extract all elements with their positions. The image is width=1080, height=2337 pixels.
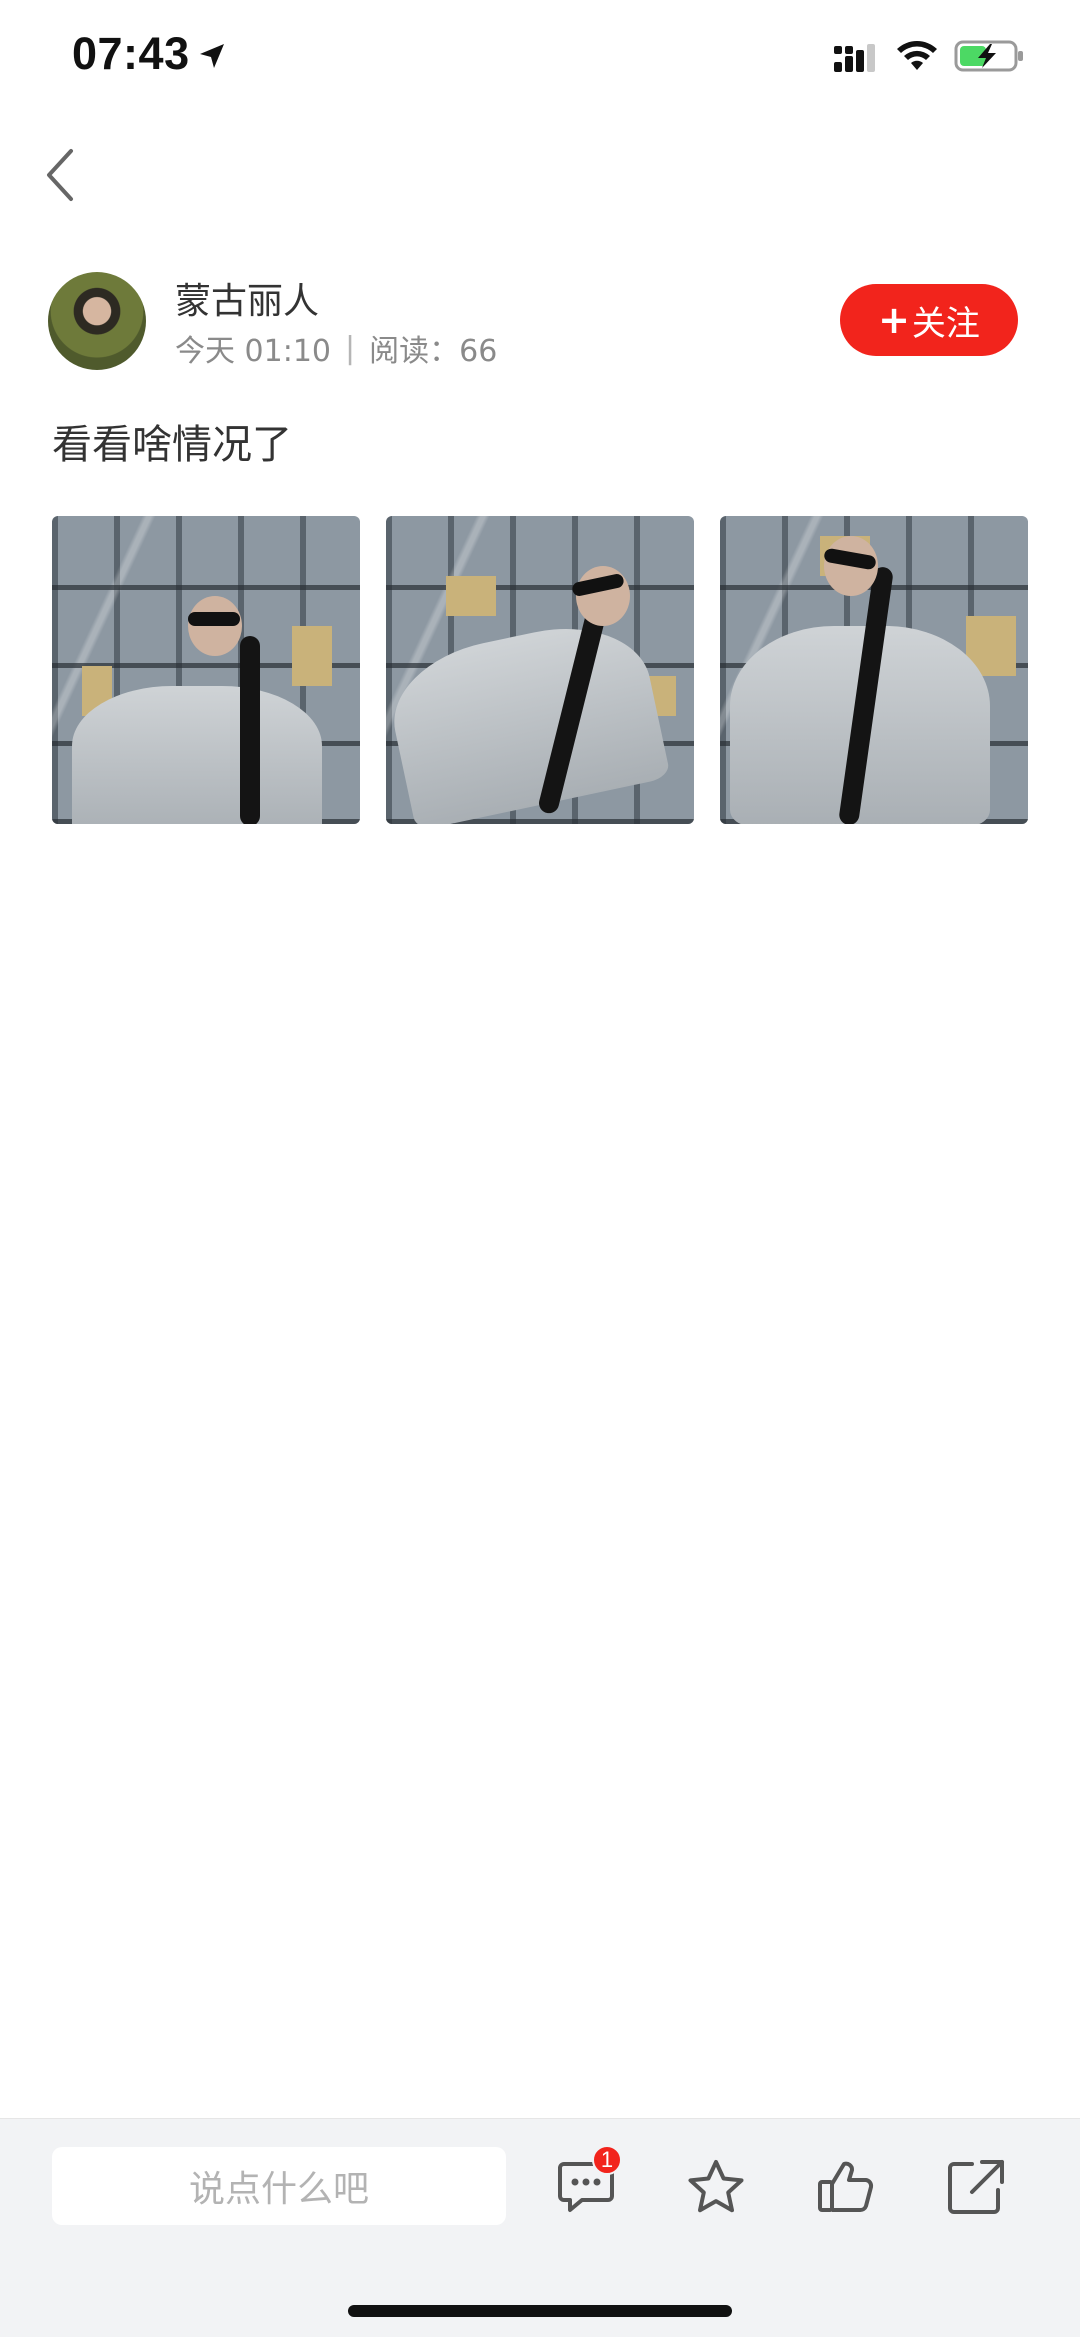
like-button[interactable] bbox=[814, 2155, 878, 2219]
follow-label: 关注 bbox=[911, 303, 980, 344]
comment-count-badge: 1 bbox=[592, 2145, 622, 2175]
cellular-signal-icon bbox=[834, 44, 875, 72]
follow-button[interactable]: + 关注 bbox=[840, 284, 1018, 356]
post-text: 看看啥情况了 bbox=[52, 422, 292, 468]
bottom-action-bar: 说点什么吧 1 bbox=[0, 2118, 1080, 2337]
chevron-left-icon bbox=[47, 149, 73, 201]
meta-separator: | bbox=[345, 330, 356, 366]
post-date: 今天 01:10 bbox=[175, 334, 331, 369]
favorite-button[interactable] bbox=[684, 2155, 748, 2219]
author-avatar[interactable] bbox=[48, 272, 146, 370]
location-arrow-icon bbox=[200, 44, 224, 68]
post-meta: 今天 01:10 | 阅读：66 bbox=[175, 326, 497, 370]
comment-input[interactable]: 说点什么吧 bbox=[52, 2147, 506, 2225]
star-icon bbox=[688, 2160, 744, 2213]
home-indicator[interactable] bbox=[348, 2305, 732, 2317]
read-count: 阅读：66 bbox=[369, 334, 498, 369]
share-icon bbox=[948, 2160, 1004, 2214]
battery-charging-icon bbox=[954, 40, 1023, 72]
status-time: 07:43 bbox=[72, 28, 190, 79]
image-gallery bbox=[52, 516, 1028, 824]
status-bar: 07:43 bbox=[0, 0, 1080, 120]
share-button[interactable] bbox=[944, 2155, 1008, 2219]
author-name[interactable]: 蒙古丽人 bbox=[175, 272, 319, 324]
thumbs-up-icon bbox=[818, 2161, 874, 2212]
post-image-2[interactable] bbox=[386, 516, 694, 824]
wifi-icon bbox=[897, 41, 937, 70]
post-image-3[interactable] bbox=[720, 516, 1028, 824]
back-button[interactable] bbox=[30, 140, 90, 210]
comments-button[interactable]: 1 bbox=[554, 2145, 622, 2219]
post-image-1[interactable] bbox=[52, 516, 360, 824]
plus-icon: + bbox=[878, 298, 910, 342]
